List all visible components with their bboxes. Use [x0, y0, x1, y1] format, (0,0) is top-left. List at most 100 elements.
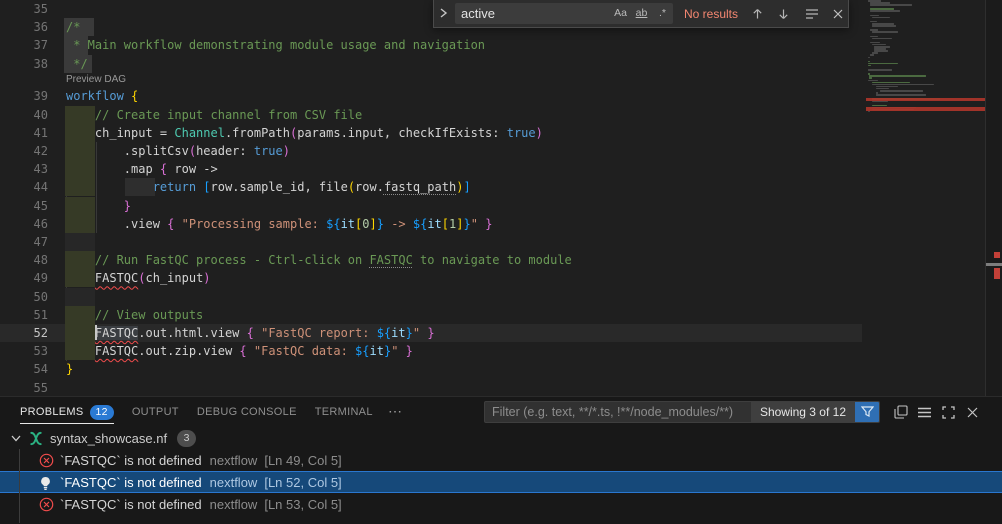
line-number: 46 [0, 215, 48, 233]
line-number: 43 [0, 160, 48, 178]
code-text: } [66, 360, 73, 378]
minimap[interactable] [866, 0, 985, 396]
line-number: 50 [0, 288, 48, 306]
editor-line-45[interactable]: 45 } [0, 197, 866, 215]
text-cursor [95, 325, 97, 340]
editor-line-43[interactable]: 43 .map { row -> [0, 160, 866, 178]
problems-count-badge: 12 [90, 405, 114, 420]
code-text: FASTQC.out.html.view { "FastQC report: $… [66, 324, 435, 342]
maximize-panel-icon[interactable] [938, 402, 959, 422]
code-text: */ [66, 55, 88, 73]
editor-line-44[interactable]: 44 return [row.sample_id, file(row.fastq… [0, 178, 866, 196]
problem-message: `FASTQC` is not defined [60, 475, 202, 490]
find-in-selection-icon[interactable] [800, 3, 823, 25]
editor-line-42[interactable]: 42 .splitCsv(header: true) [0, 142, 866, 160]
line-number: 53 [0, 342, 48, 360]
line-number: 35 [0, 0, 48, 18]
panel-tab-debug-console[interactable]: DEBUG CONSOLE [197, 397, 297, 427]
file-problem-count-badge: 3 [177, 430, 196, 447]
editor-line-38[interactable]: 38 */ [0, 55, 866, 73]
panel-tab-terminal[interactable]: TERMINAL [315, 397, 373, 427]
line-number: 51 [0, 306, 48, 324]
error-icon [39, 497, 54, 512]
problem-row[interactable]: `FASTQC` is not defined nextflow [Ln 52, C… [0, 471, 1002, 493]
line-number: 55 [0, 379, 48, 397]
problem-source: nextflow [210, 497, 258, 512]
line-number: 42 [0, 142, 48, 160]
find-widget: active Aa ab .* No results [433, 0, 849, 28]
problems-filter-input[interactable]: Filter (e.g. text, **/*.ts, !**/node_mod… [484, 401, 880, 423]
line-number: 52 [0, 324, 48, 342]
view-as-table-icon[interactable] [914, 402, 935, 422]
whole-word-icon[interactable]: ab [631, 3, 652, 24]
code-text: workflow { [66, 87, 138, 105]
line-number: 38 [0, 55, 48, 73]
code-text: .splitCsv(header: true) [66, 142, 290, 160]
problem-location: [Ln 53, Col 5] [264, 497, 341, 512]
editor-line-53[interactable]: 53 FASTQC.out.zip.view { "FastQC data: $… [0, 342, 866, 360]
error-icon [39, 453, 54, 468]
line-number: 54 [0, 360, 48, 378]
vscode-window: 3536/*37 * Main workflow demonstrating m… [0, 0, 1002, 524]
code-text: ch_input = Channel.fromPath(params.input… [66, 124, 543, 142]
close-panel-icon[interactable] [962, 402, 983, 422]
codelens-preview-dag[interactable]: Preview DAG [66, 73, 126, 88]
line-number: 45 [0, 197, 48, 215]
overview-ruler[interactable] [985, 0, 1002, 396]
tree-indent-guide [19, 449, 20, 523]
chevron-down-icon[interactable] [8, 435, 24, 442]
problem-location: [Ln 52, Col 5] [264, 475, 341, 490]
minimap-error-bar [866, 98, 985, 101]
problem-message: `FASTQC` is not defined [60, 453, 202, 468]
editor-line-52[interactable]: 52 FASTQC.out.html.view { "FastQC report… [0, 324, 862, 342]
line-number: 48 [0, 251, 48, 269]
code-text: * Main workflow demonstrating module usa… [66, 36, 485, 54]
toggle-replace-chevron-icon[interactable] [434, 0, 452, 26]
problem-message: `FASTQC` is not defined [60, 497, 202, 512]
editor-line-50[interactable]: 50 [0, 288, 866, 306]
editor-line-48[interactable]: 48 // Run FastQC process - Ctrl-click on… [0, 251, 866, 269]
panel-tab-output[interactable]: OUTPUT [132, 397, 179, 427]
problem-row[interactable]: `FASTQC` is not definednextflow[Ln 49, C… [0, 449, 1002, 471]
match-case-icon[interactable]: Aa [610, 3, 631, 24]
editor-line-47[interactable]: 47 [0, 233, 866, 251]
editor-line-40[interactable]: 40 // Create input channel from CSV file [0, 106, 866, 124]
code-text: } [66, 197, 131, 215]
code-editor[interactable]: 3536/*37 * Main workflow demonstrating m… [0, 0, 1002, 396]
editor-line-55[interactable]: 55 [0, 379, 866, 397]
code-text: return [row.sample_id, file(row.fastq_pa… [66, 178, 471, 196]
editor-line-51[interactable]: 51 // View outputs [0, 306, 866, 324]
editor-line-49[interactable]: 49 FASTQC(ch_input) [0, 269, 866, 287]
code-text: /* [66, 18, 80, 36]
line-number: 39 [0, 87, 48, 105]
line-number: 49 [0, 269, 48, 287]
problem-source: nextflow [210, 475, 258, 490]
problem-source: nextflow [210, 453, 258, 468]
editor-line-37[interactable]: 37 * Main workflow demonstrating module … [0, 36, 866, 54]
editor-line-41[interactable]: 41 ch_input = Channel.fromPath(params.in… [0, 124, 866, 142]
editor-line-54[interactable]: 54} [0, 360, 866, 378]
previous-match-icon[interactable] [746, 3, 769, 25]
find-results-count: No results [684, 0, 738, 28]
problems-file-row[interactable]: syntax_showcase.nf3 [0, 427, 1002, 449]
panel-tab-problems[interactable]: PROBLEMS12 [20, 397, 114, 427]
bottom-panel: PROBLEMS12OUTPUTDEBUG CONSOLETERMINAL ⋯ … [0, 396, 1002, 524]
line-number: 47 [0, 233, 48, 251]
next-match-icon[interactable] [772, 3, 795, 25]
filter-count-badge: Showing 3 of 12 [751, 401, 855, 423]
filter-funnel-icon[interactable] [855, 401, 879, 423]
more-tabs-icon[interactable]: ⋯ [388, 397, 403, 427]
line-number: 40 [0, 106, 48, 124]
code-text: .view { "Processing sample: ${it[0]} -> … [66, 215, 492, 233]
regex-icon[interactable]: .* [652, 3, 673, 24]
minimap-error-bar [866, 107, 985, 112]
close-find-icon[interactable] [826, 3, 849, 25]
find-query[interactable]: active [455, 6, 610, 21]
filter-placeholder: Filter (e.g. text, **/*.ts, !**/node_mod… [485, 405, 751, 419]
editor-line-39[interactable]: 39 workflow { [0, 87, 866, 105]
collapse-all-icon[interactable] [890, 402, 911, 422]
nextflow-file-icon [28, 431, 44, 446]
editor-line-46[interactable]: 46 .view { "Processing sample: ${it[0]} … [0, 215, 866, 233]
problem-row[interactable]: `FASTQC` is not defined nextflow [Ln 53, C… [0, 493, 1002, 515]
find-input[interactable]: active Aa ab .* [455, 3, 673, 24]
